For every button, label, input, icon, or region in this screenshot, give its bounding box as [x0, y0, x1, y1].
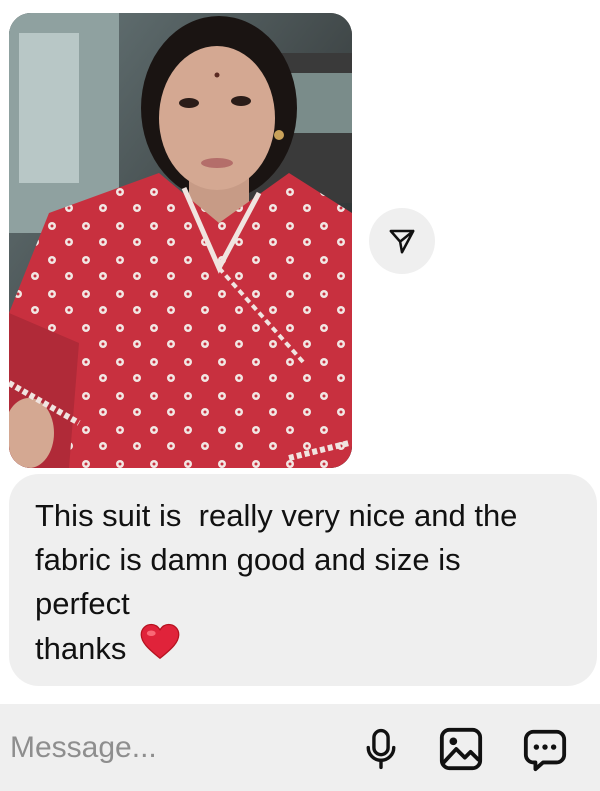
message-line-1: This suit is really very nice and the [35, 498, 518, 533]
gallery-button[interactable] [436, 724, 486, 774]
image-icon [439, 727, 483, 771]
message-line-3: perfect [35, 586, 130, 621]
microphone-button[interactable] [356, 724, 406, 774]
message-line-4-text: thanks [35, 631, 127, 667]
red-heart-icon [140, 623, 180, 673]
photo-message[interactable] [9, 13, 352, 468]
microphone-icon [366, 728, 396, 770]
photo-image [9, 13, 352, 468]
sticker-icon [523, 729, 567, 772]
message-composer [0, 704, 600, 791]
message-line-2: fabric is damn good and size is [35, 542, 461, 577]
paper-plane-icon [389, 229, 415, 254]
chat-screen: This suit is really very nice and the fa… [0, 0, 600, 791]
sticker-button[interactable] [520, 724, 570, 774]
message-line-4: thanks [35, 623, 573, 676]
text-message-bubble[interactable]: This suit is really very nice and the fa… [9, 474, 597, 686]
message-input[interactable] [0, 704, 350, 791]
share-button[interactable] [369, 208, 435, 274]
